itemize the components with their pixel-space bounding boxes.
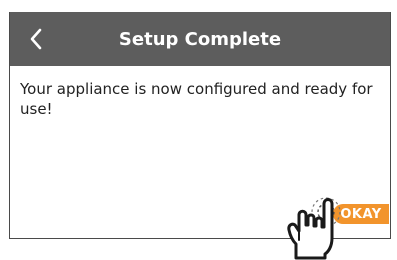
tap-gesture-hand-icon	[287, 198, 334, 260]
chevron-left-icon	[30, 28, 42, 50]
header-bar: Setup Complete	[10, 12, 390, 66]
status-message: Your appliance is now configured and rea…	[20, 80, 373, 118]
back-button[interactable]	[24, 26, 48, 52]
page-title: Setup Complete	[118, 28, 282, 50]
